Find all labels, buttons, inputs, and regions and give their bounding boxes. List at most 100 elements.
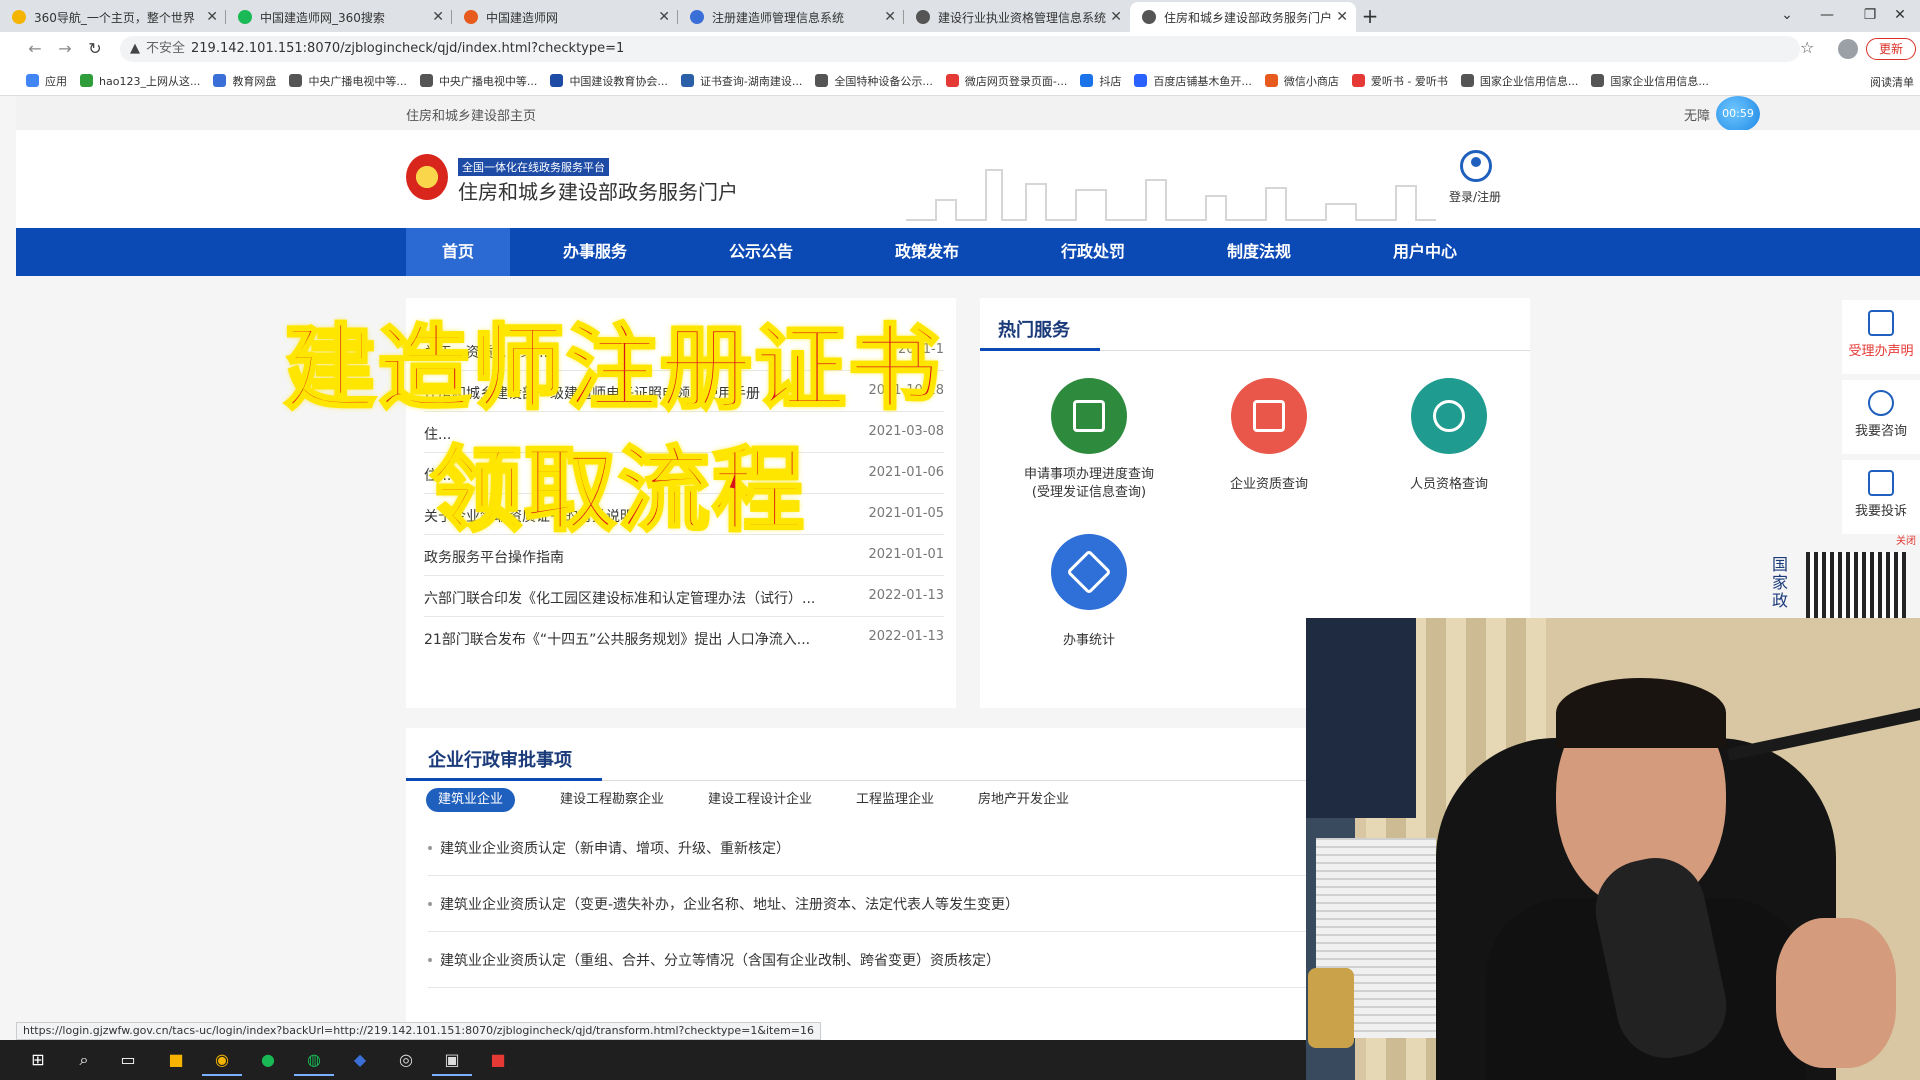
nav-home[interactable]: 首页 xyxy=(406,228,510,276)
tab-survey-enterprise[interactable]: 建设工程勘察企业 xyxy=(548,788,676,812)
app-yellow-icon[interactable]: ■ xyxy=(156,1044,196,1076)
service-statistics[interactable]: 办事统计 xyxy=(1014,534,1164,650)
worker-icon xyxy=(1411,378,1487,454)
news-row[interactable]: 六部门联合印发《化工园区建设标准和认定管理办法（试行）... 2022-01-13 xyxy=(424,576,944,617)
browser-tab-3[interactable]: 中国建造师网 ✕ xyxy=(452,2,678,32)
chat-icon xyxy=(1868,390,1894,416)
tab-close-icon[interactable]: ✕ xyxy=(658,9,670,25)
hot-services-title: 热门服务 xyxy=(998,320,1070,341)
tab-real-estate-enterprise[interactable]: 房地产开发企业 xyxy=(966,788,1081,812)
url-input[interactable]: ▲ 不安全 219.142.101.151:8070/zjblogincheck/q… xyxy=(120,36,1800,62)
search-icon[interactable]: ⌕ xyxy=(64,1044,104,1076)
app-red-icon[interactable]: ■ xyxy=(478,1044,518,1076)
service-progress-query[interactable]: 申请事项办理进度查询 (受理发证信息查询) xyxy=(1014,378,1164,502)
clipboard-icon xyxy=(1868,310,1894,336)
bookmark-item[interactable]: 教育网盘 xyxy=(213,73,276,89)
bookmark-item[interactable]: 微信小商店 xyxy=(1264,73,1339,89)
new-tab-button[interactable]: + xyxy=(1356,2,1384,32)
apps-grid-icon xyxy=(26,74,39,87)
service-enterprise-qualification[interactable]: 企业资质查询 xyxy=(1194,378,1344,494)
acceptance-statement-button[interactable]: 受理办声明 xyxy=(1842,300,1920,374)
bookmark-item[interactable]: 百度店铺基木鱼开... xyxy=(1134,73,1252,89)
bookmark-item[interactable]: 爱听书 - 爱听书 xyxy=(1351,73,1448,89)
complaint-button[interactable]: 我要投诉 xyxy=(1842,460,1920,534)
qr-side-label: 国家政 xyxy=(1772,555,1789,610)
bookmark-favicon-icon xyxy=(1134,74,1148,87)
bookmark-star-icon[interactable]: ☆ xyxy=(1800,38,1814,57)
accessibility-link[interactable]: 无障 xyxy=(1684,105,1710,124)
consult-button[interactable]: 我要咨询 xyxy=(1842,380,1920,454)
forward-icon[interactable]: → xyxy=(54,38,76,60)
back-icon[interactable]: ← xyxy=(24,38,46,60)
timer-badge: 00:59 xyxy=(1716,96,1760,132)
bookmark-favicon-icon xyxy=(550,74,564,87)
tab-construction-enterprise[interactable]: 建筑业企业 xyxy=(426,788,516,812)
browser-tab-5[interactable]: 建设行业执业资格管理信息系统 ✕ xyxy=(904,2,1130,32)
main-nav: 首页 办事服务 公示公告 政策发布 行政处罚 制度法规 用户中心 xyxy=(16,228,1920,276)
portal-title: 住房和城乡建设部政务服务门户 xyxy=(458,180,738,204)
tab-close-icon[interactable]: ✕ xyxy=(884,9,896,25)
bookmark-item[interactable]: 证书查询-湖南建设... xyxy=(680,73,802,89)
bookmark-favicon-icon xyxy=(1264,74,1278,87)
profile-avatar[interactable] xyxy=(1838,39,1858,59)
news-row[interactable]: 21部门联合发布《“十四五”公共服务规划》提出 人口净流入... 2022-01-… xyxy=(424,617,944,658)
browser-360-icon[interactable]: ● xyxy=(248,1044,288,1076)
browser-tab-active[interactable]: 住房和城乡建设部政务服务门户 ✕ xyxy=(1130,2,1356,32)
nav-user-center[interactable]: 用户中心 xyxy=(1360,228,1490,276)
chrome-icon[interactable]: ◉ xyxy=(202,1044,242,1076)
tab-supervision-enterprise[interactable]: 工程监理企业 xyxy=(844,788,946,812)
bookmark-item[interactable]: 微店网页登录页面-... xyxy=(945,73,1067,89)
tab-close-icon[interactable]: ✕ xyxy=(1110,9,1122,25)
update-button[interactable]: 更新 xyxy=(1866,38,1916,60)
windows-start-icon[interactable]: ⊞ xyxy=(18,1044,58,1076)
login-register-link[interactable]: 登录/注册 xyxy=(1449,188,1501,205)
browser-tab-bar: 360导航_一个主页，整个世界 ✕ 中国建造师网_360搜索 ✕ 中国建造师网 ✕ 注… xyxy=(0,0,1920,32)
bookmarks-bar: 应用 hao123_上网从这... 教育网盘 中央广播电视中等... 中央广播电… xyxy=(0,66,1920,96)
reload-icon[interactable]: ↻ xyxy=(84,38,106,60)
tab-favicon-icon xyxy=(464,10,478,24)
nav-announcements[interactable]: 公示公告 xyxy=(696,228,826,276)
tab-design-enterprise[interactable]: 建设工程设计企业 xyxy=(696,788,824,812)
nav-services[interactable]: 办事服务 xyxy=(530,228,660,276)
tab-close-icon[interactable]: ✕ xyxy=(432,9,444,25)
app-white-icon[interactable]: ◎ xyxy=(386,1044,426,1076)
photos-icon[interactable]: ▣ xyxy=(432,1044,472,1076)
bookmark-item[interactable]: hao123_上网从这... xyxy=(80,73,200,89)
bookmark-item[interactable]: 全国特种设备公示... xyxy=(815,73,933,89)
task-view-icon[interactable]: ▭ xyxy=(108,1044,148,1076)
user-login-icon[interactable] xyxy=(1460,150,1492,182)
close-window-button[interactable]: ✕ xyxy=(1880,0,1920,30)
minimize-button[interactable]: — xyxy=(1805,0,1849,30)
browser-tab-4[interactable]: 注册建造师管理信息系统 ✕ xyxy=(678,2,904,32)
bookmark-item[interactable]: 抖店 xyxy=(1080,73,1121,89)
nav-penalties[interactable]: 行政处罚 xyxy=(1028,228,1158,276)
tab-favicon-icon xyxy=(12,10,26,24)
tab-close-icon[interactable]: ✕ xyxy=(206,9,218,25)
bookmark-item[interactable]: 国家企业信用信息... xyxy=(1591,73,1709,89)
top-strip: 住房和城乡建设部主页 无障 00:59 xyxy=(16,96,1920,132)
bookmark-favicon-icon xyxy=(945,74,959,87)
nav-policy[interactable]: 政策发布 xyxy=(862,228,992,276)
tab-search-icon[interactable]: ⌄ xyxy=(1765,0,1809,30)
national-emblem-icon xyxy=(406,154,448,200)
bookmark-item[interactable]: 中央广播电视中等... xyxy=(289,73,407,89)
app-blue-icon[interactable]: ◆ xyxy=(340,1044,380,1076)
service-personnel-qualification[interactable]: 人员资格查询 xyxy=(1374,378,1524,494)
ministry-home-link[interactable]: 住房和城乡建设部主页 xyxy=(406,105,536,124)
tab-favicon-icon xyxy=(238,10,252,24)
float-close-link[interactable]: 关闭 xyxy=(1896,532,1916,547)
bookmark-item[interactable]: 中央广播电视中等... xyxy=(419,73,537,89)
bookmark-item[interactable]: 应用 xyxy=(26,73,67,89)
nav-regulations[interactable]: 制度法规 xyxy=(1194,228,1324,276)
tab-close-icon[interactable]: ✕ xyxy=(1336,9,1348,25)
wechat-icon[interactable]: ◍ xyxy=(294,1044,334,1076)
browser-tab-1[interactable]: 360导航_一个主页，整个世界 ✕ xyxy=(0,2,226,32)
bookmark-favicon-icon xyxy=(815,74,829,87)
bookmark-item[interactable]: 中国建设教育协会... xyxy=(550,73,668,89)
edit-icon xyxy=(1868,470,1894,496)
browser-tab-2[interactable]: 中国建造师网_360搜索 ✕ xyxy=(226,2,452,32)
reading-list-button[interactable]: 阅读清单 xyxy=(1870,74,1914,90)
bookmark-favicon-icon xyxy=(419,74,433,87)
bookmark-item[interactable]: 国家企业信用信息... xyxy=(1460,73,1578,89)
tab-favicon-icon xyxy=(690,10,704,24)
